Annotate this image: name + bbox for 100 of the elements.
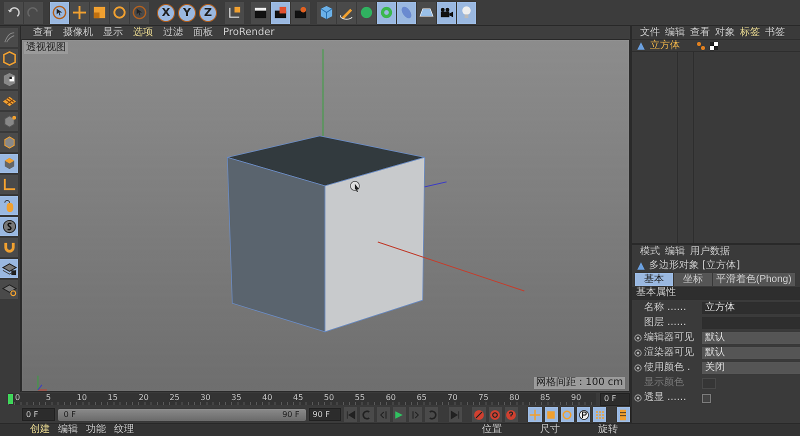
menu-item[interactable]: 查看 — [33, 26, 53, 38]
end-frame-field[interactable]: 90 F — [308, 408, 342, 421]
clapper-icon — [253, 5, 268, 20]
light-button[interactable] — [457, 2, 476, 24]
menu-item[interactable]: 文件 — [640, 26, 660, 38]
menu-item[interactable]: ProRender — [223, 26, 274, 38]
points-mode-button[interactable] — [0, 112, 18, 131]
frame-tick-label: 5 — [46, 393, 52, 404]
viewport[interactable]: 透视视图 网格间距 : 100 cm — [21, 39, 630, 392]
frame-range-slider[interactable]: 0 F 90 F — [58, 408, 306, 420]
object-mode-button[interactable] — [0, 49, 18, 68]
keyframe-icon[interactable] — [634, 394, 642, 402]
frame-tick-label: 80 — [509, 393, 520, 404]
keyframe-icon[interactable] — [634, 349, 642, 357]
key-rot-button[interactable] — [560, 407, 574, 422]
keyframe-icon[interactable] — [634, 334, 642, 342]
workplane-mode-button[interactable] — [0, 91, 18, 110]
axis-gizmo-icon — [37, 376, 47, 390]
camera-icon — [439, 5, 454, 20]
move-button[interactable] — [70, 2, 89, 24]
play-button[interactable] — [392, 407, 406, 422]
coords-button[interactable] — [225, 2, 244, 24]
frame-tick-label: 75 — [478, 393, 490, 404]
camera-button[interactable] — [437, 2, 456, 24]
polygons-mode-button[interactable] — [0, 154, 18, 173]
deformer-button[interactable] — [397, 2, 416, 24]
key-help-button[interactable] — [504, 407, 518, 422]
dropdown[interactable]: 默认 — [702, 347, 800, 359]
menu-item[interactable]: 编辑 — [58, 424, 78, 436]
menu-item[interactable]: 对象 — [715, 26, 735, 38]
menu-item[interactable]: 书签 — [765, 26, 785, 38]
render-settings-button[interactable] — [291, 2, 310, 24]
dropdown[interactable]: 默认 — [702, 332, 800, 344]
key-grid-button[interactable] — [593, 407, 606, 422]
frame-tick-label: 85 — [540, 393, 552, 404]
model-mode-button[interactable] — [0, 28, 18, 47]
menu-item[interactable]: 摄像机 — [63, 26, 93, 38]
menu-item[interactable]: 显示 — [103, 26, 123, 38]
record-icon — [472, 408, 485, 420]
dropdown[interactable]: 关闭 — [702, 362, 800, 374]
menu-item[interactable]: 模式 — [640, 246, 660, 258]
select-button[interactable] — [50, 2, 69, 24]
magnet-mode-button[interactable] — [0, 238, 18, 257]
object-name[interactable]: 立方体 — [650, 40, 692, 52]
start-frame-field[interactable]: 0 F — [22, 408, 55, 421]
snap-mode-button[interactable] — [0, 217, 18, 236]
frame-tick-label: 10 — [76, 393, 88, 404]
menu-item[interactable]: 创建 — [30, 424, 50, 436]
undo-button[interactable] — [4, 2, 23, 24]
menu-item[interactable]: 标签 — [740, 26, 760, 38]
current-frame-field[interactable]: 0 F — [600, 392, 630, 406]
sphere-button[interactable] — [357, 2, 376, 24]
skip-start-icon — [344, 408, 357, 420]
record-button[interactable] — [472, 407, 486, 422]
menu-item[interactable]: 查看 — [690, 26, 710, 38]
menu-item[interactable]: 用户数据 — [690, 246, 730, 258]
attribute-tab[interactable]: 平滑着色(Phong) — [713, 273, 795, 286]
attribute-tab[interactable]: 坐标 — [674, 273, 712, 286]
render-view-button[interactable] — [271, 2, 290, 24]
checkbox[interactable] — [702, 394, 711, 402]
floor-button[interactable] — [417, 2, 436, 24]
pen-button[interactable] — [337, 2, 356, 24]
field-label: 使用颜色 . — [644, 362, 692, 374]
menu-item[interactable]: 面板 — [193, 26, 213, 38]
key-scale-button[interactable] — [544, 407, 558, 422]
rotate-button[interactable] — [110, 2, 129, 24]
frame-tick-label: 45 — [293, 393, 304, 404]
timeline-ruler[interactable]: 0 5 10 15 20 25 30 35 40 45 50 55 60 65 70 75 80 85 90 — [8, 393, 596, 405]
timeline-button[interactable] — [616, 407, 630, 422]
menu-item[interactable]: 编辑 — [665, 246, 685, 258]
keyframe-icon[interactable] — [634, 364, 642, 372]
viewport-title: 透视视图 — [24, 42, 68, 54]
attribute-tab[interactable]: 基本 — [635, 273, 673, 286]
layers-mode-button[interactable] — [0, 280, 18, 299]
menu-item[interactable]: 过滤 — [163, 26, 183, 38]
axis-mode-button[interactable] — [0, 175, 18, 194]
undo-arrow-icon — [6, 5, 21, 20]
cube-sketch-icon — [2, 30, 16, 45]
axis-lock-button[interactable]: Y — [178, 4, 196, 22]
tag-icons[interactable] — [696, 40, 720, 50]
auto-key-button[interactable] — [488, 407, 502, 422]
menu-item[interactable]: 纹理 — [114, 424, 134, 436]
scale-button[interactable] — [90, 2, 109, 24]
edges-mode-button[interactable] — [0, 133, 18, 152]
menu-item[interactable]: 功能 — [86, 424, 106, 436]
field-label: 图层 ...... — [644, 317, 688, 329]
cube-button[interactable] — [317, 2, 336, 24]
axis-lock-button[interactable]: Z — [199, 4, 217, 22]
axis-lock-button[interactable]: X — [157, 4, 175, 22]
cube-icon — [319, 5, 334, 20]
texture-mode-button[interactable] — [0, 70, 18, 89]
menu-item[interactable]: 选项 — [133, 26, 153, 38]
text-field[interactable]: 立方体 — [702, 302, 800, 314]
generator-button[interactable] — [377, 2, 396, 24]
key-param-button[interactable] — [577, 407, 590, 422]
rotate-icon — [561, 408, 574, 420]
render-button[interactable] — [251, 2, 270, 24]
cursor-icon — [52, 5, 67, 20]
menu-item[interactable]: 编辑 — [665, 26, 685, 38]
move-icon — [72, 5, 87, 20]
